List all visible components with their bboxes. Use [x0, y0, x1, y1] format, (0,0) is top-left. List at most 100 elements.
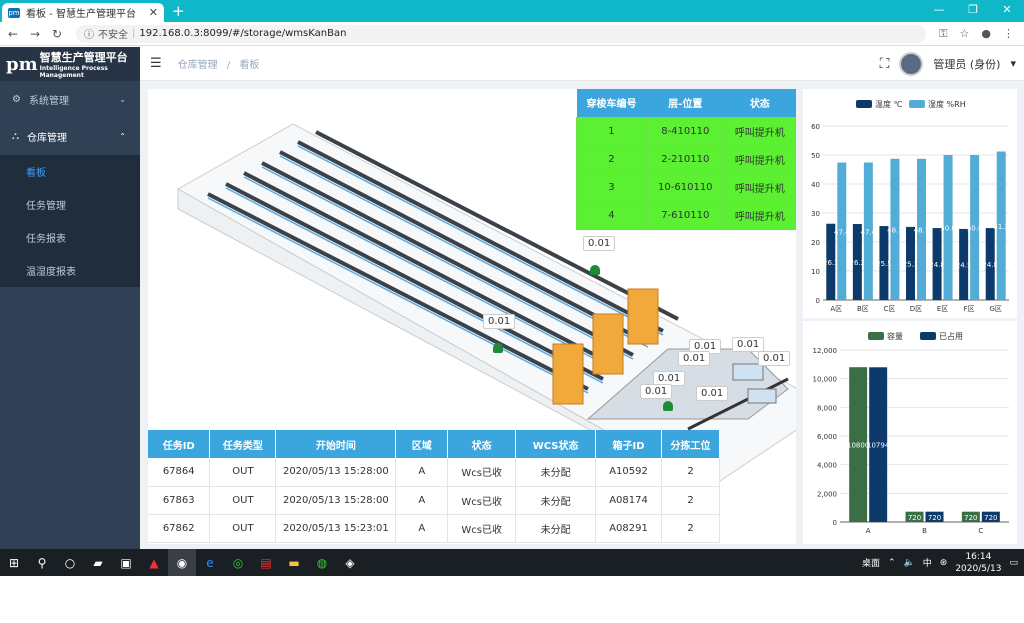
- sidebar-item-task-report[interactable]: 任务报表: [0, 221, 140, 254]
- url-input[interactable]: ⓘ 不安全 | 192.168.0.3:8099/#/storage/wmsKa…: [76, 24, 926, 43]
- menu-group-label: 仓库管理: [27, 133, 67, 144]
- ime-label[interactable]: 中: [923, 556, 932, 569]
- legend-label[interactable]: 容量: [887, 331, 903, 341]
- table-cell: 呼叫提升机: [723, 144, 796, 174]
- fullscreen-icon[interactable]: ⛶: [880, 56, 890, 72]
- data-label: 47.4: [861, 228, 877, 236]
- legend-swatch[interactable]: [868, 332, 884, 340]
- table-cell: 1: [576, 116, 647, 146]
- table-cell: 2: [661, 458, 720, 487]
- data-label: 51.2: [993, 223, 1009, 231]
- table-row[interactable]: 67862 OUT 2020/05/13 15:23:01 A Wcs已收 未分配 A082…: [148, 514, 720, 543]
- chevron-down-icon: ⌄: [119, 95, 126, 104]
- notification-icon[interactable]: ▭: [1009, 558, 1018, 568]
- data-label: 720: [984, 514, 997, 522]
- legend-swatch[interactable]: [909, 100, 925, 108]
- menu-group-system[interactable]: ⚙ 系统管理 ⌄: [0, 81, 140, 118]
- profile-icon[interactable]: ●: [981, 27, 991, 41]
- table-cell: A08174: [595, 486, 663, 515]
- folder-icon[interactable]: ▬: [280, 549, 308, 576]
- hamburger-icon[interactable]: ☰: [150, 56, 162, 71]
- close-tab-icon[interactable]: ✕: [149, 6, 158, 19]
- table-cell: 2020/05/13 15:23:01: [275, 514, 397, 543]
- search-icon[interactable]: ⚲: [28, 549, 56, 576]
- header-right: ⛶ 管理员 (身份) ▾: [880, 51, 1024, 76]
- table-cell: 8-410110: [645, 116, 725, 146]
- warehouse-3d-view: 0.01 0.01 0.01 0.01 0.01 0.01 0.01 0.01 …: [148, 89, 796, 544]
- y-tick-label: 10,000: [813, 376, 838, 384]
- maximize-icon[interactable]: ❐: [956, 0, 990, 22]
- info-icon: ⓘ: [84, 30, 94, 41]
- column-header: 分拣工位: [661, 430, 720, 458]
- app-icon[interactable]: ▣: [112, 549, 140, 576]
- address-bar: ← → ↻ ⓘ 不安全 | 192.168.0.3:8099/#/storage…: [0, 22, 1024, 46]
- y-tick-label: 0: [833, 519, 837, 527]
- column-header: 状态: [724, 89, 796, 117]
- logo: pm 智慧生产管理平台 Intelligence Process Managem…: [0, 47, 140, 81]
- breadcrumb-item: 看板: [239, 60, 260, 71]
- y-tick-label: 4,000: [817, 462, 837, 470]
- forward-icon[interactable]: →: [26, 27, 44, 41]
- data-label: 720: [928, 514, 941, 522]
- chrome-icon[interactable]: ◉: [168, 549, 196, 576]
- table-cell: 7-610110: [645, 200, 725, 230]
- station-pin-icon: [663, 401, 673, 411]
- clock[interactable]: 16:14 2020/5/13: [955, 551, 1001, 575]
- reload-icon[interactable]: ↻: [48, 27, 66, 41]
- sidebar-item-tasks[interactable]: 任务管理: [0, 188, 140, 221]
- close-window-icon[interactable]: ✕: [990, 0, 1024, 22]
- data-label: 24.5: [956, 261, 972, 269]
- scene-label: 0.01: [696, 386, 729, 401]
- task-view-icon[interactable]: ○: [56, 549, 84, 576]
- table-cell: 2: [661, 486, 720, 515]
- windows-start-icon[interactable]: ⊞: [0, 549, 28, 576]
- sidebar-item-temp-humidity-report[interactable]: 温湿度报表: [0, 254, 140, 287]
- edge-icon[interactable]: e: [196, 549, 224, 576]
- star-icon[interactable]: ☆: [960, 27, 970, 41]
- temp-humidity-chart-panel: 温度 ℃ 湿度 %RH 0 10 20 30 40 50 60 A区 26.3 47.4 B区 26.2 4…: [803, 89, 1017, 318]
- legend-label[interactable]: 湿度 %RH: [928, 99, 966, 109]
- x-tick-label: D区: [910, 305, 922, 313]
- legend-swatch[interactable]: [920, 332, 936, 340]
- caret-down-icon[interactable]: ▾: [1010, 57, 1016, 70]
- capacity-chart: 容量 已占用 0 2,000 4,000 6,000 8,000 10,000 12,000 A 1…: [813, 331, 1009, 535]
- app-tray-icon[interactable]: ⊛: [940, 558, 948, 568]
- y-tick-label: 40: [811, 181, 820, 189]
- desktop-label[interactable]: 桌面: [862, 556, 880, 569]
- menu-icon[interactable]: ⋮: [1003, 27, 1014, 41]
- app-icon[interactable]: ◎: [224, 549, 252, 576]
- sidebar-item-kanban[interactable]: 看板: [0, 155, 140, 188]
- table-cell: 67862: [148, 514, 211, 543]
- app-icon[interactable]: ▰: [84, 549, 112, 576]
- breadcrumb-item[interactable]: 仓库管理: [178, 60, 218, 71]
- table-row[interactable]: 67863 OUT 2020/05/13 15:28:00 A Wcs已收 未分配 A081…: [148, 486, 720, 515]
- table-cell: OUT: [209, 486, 277, 515]
- minimize-icon[interactable]: —: [922, 0, 956, 22]
- system-tray: 桌面 ⌃ 🔈 中 ⊛ 16:14 2020/5/13 ▭: [862, 551, 1024, 575]
- browser-tab[interactable]: pm 看板 - 智慧生产管理平台 ✕: [2, 3, 164, 22]
- station-pin-icon: [493, 343, 503, 353]
- app-icon[interactable]: ▲: [140, 549, 168, 576]
- new-tab-button[interactable]: +: [172, 2, 185, 20]
- legend-label[interactable]: 已占用: [939, 331, 963, 341]
- table-row[interactable]: 67864 OUT 2020/05/13 15:28:00 A Wcs已收 未分配 A105…: [148, 458, 720, 487]
- menu-group-warehouse[interactable]: ⛬ 仓库管理 ⌃: [0, 118, 140, 155]
- key-icon[interactable]: ⚿: [939, 27, 947, 41]
- table-cell: 未分配: [515, 458, 597, 487]
- wechat-icon[interactable]: ◍: [308, 549, 336, 576]
- data-label: 50.0: [940, 225, 956, 233]
- table-cell: 2-210110: [645, 144, 725, 174]
- table-cell: Wcs已收: [447, 458, 517, 487]
- back-icon[interactable]: ←: [4, 27, 22, 41]
- legend-swatch[interactable]: [856, 100, 872, 108]
- user-name[interactable]: 管理员 (身份): [933, 56, 1000, 72]
- table-cell: 2020/05/13 15:28:00: [275, 458, 397, 487]
- legend-label[interactable]: 温度 ℃: [875, 99, 903, 109]
- chevron-up-icon[interactable]: ⌃: [888, 558, 896, 568]
- avatar[interactable]: [899, 51, 924, 76]
- app-icon[interactable]: ▤: [252, 549, 280, 576]
- data-label: 47.4: [834, 228, 850, 236]
- app-icon[interactable]: ◈: [336, 549, 364, 576]
- speaker-icon[interactable]: 🔈: [904, 558, 915, 568]
- y-tick-label: 30: [811, 210, 820, 218]
